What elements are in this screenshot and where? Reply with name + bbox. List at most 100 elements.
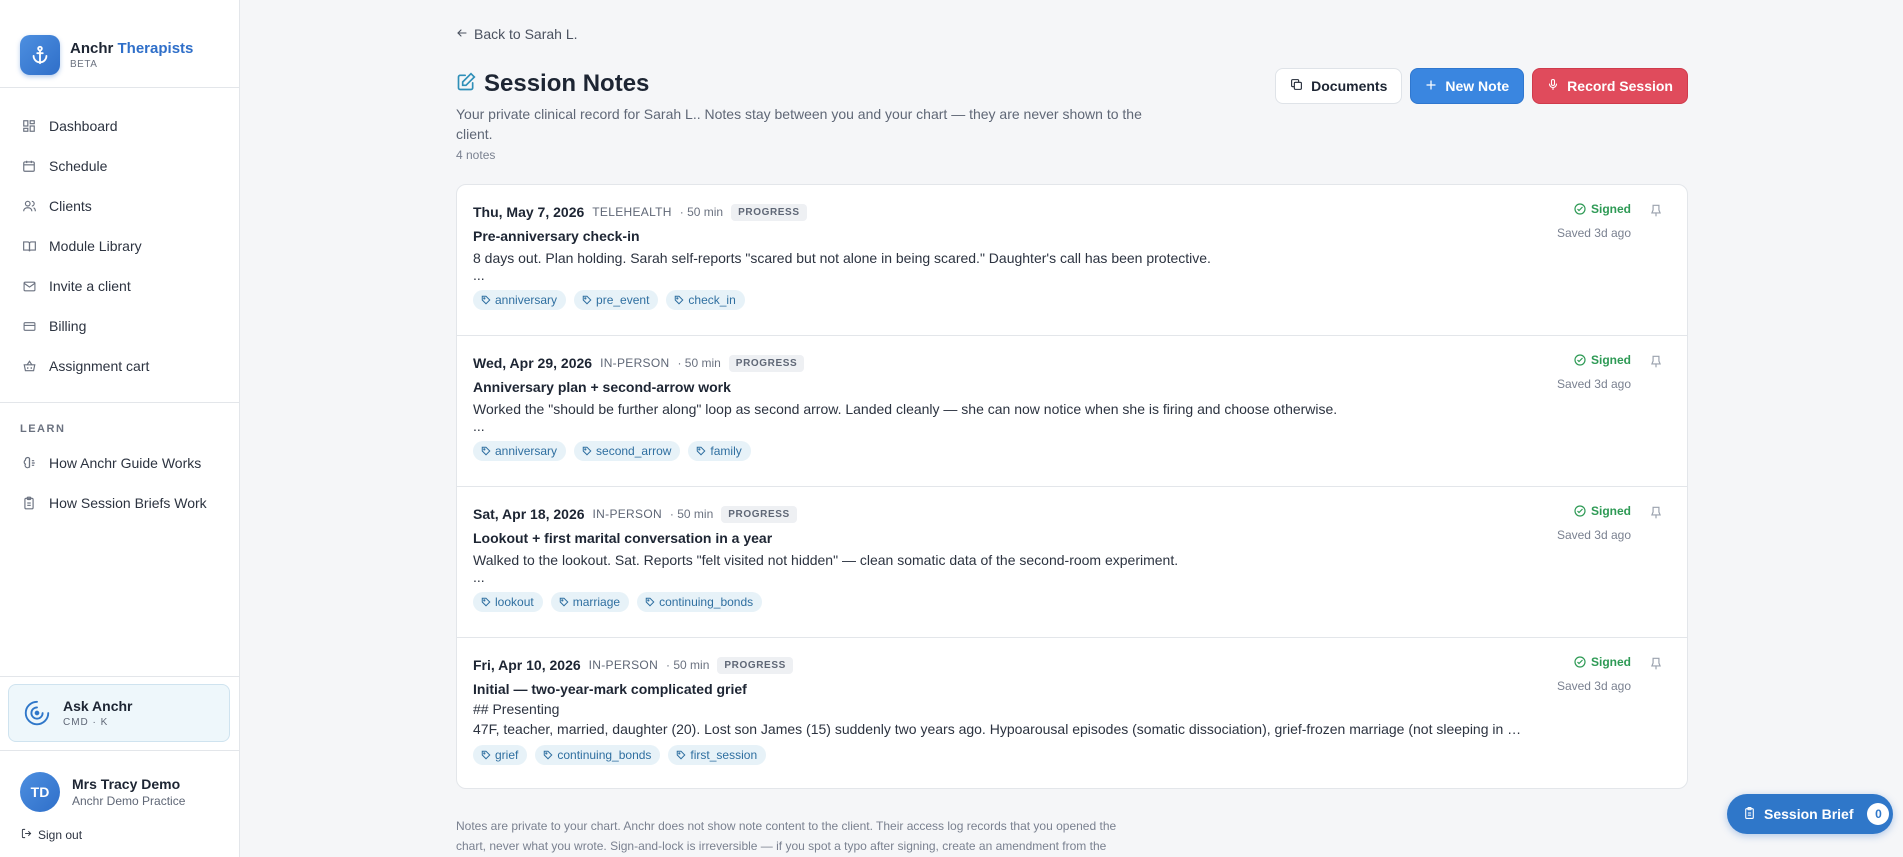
tag[interactable]: second_arrow [574,441,681,461]
back-label: Back to Sarah L. [474,26,578,42]
ask-anchr-button[interactable]: Ask Anchr CMD · K [8,684,230,742]
user-name: Mrs Tracy Demo [72,776,181,792]
ask-title: Ask Anchr [63,698,133,714]
note-meta: Sat, Apr 18, 2026 IN-PERSON · 50 min PRO… [473,504,1671,524]
brand-name: Anchr Therapists [70,39,194,57]
nav-label: Clients [49,198,92,214]
tag[interactable]: anniversary [473,290,567,310]
note-body: 47F, teacher, married, daughter (20). Lo… [473,721,1522,737]
record-session-button[interactable]: Record Session [1532,68,1688,104]
tag-label: grief [495,748,519,762]
note-body: Worked the "should be further along" loo… [473,401,1338,417]
check-circle-icon [1574,505,1586,517]
saved-time: Saved 3d ago [1556,226,1631,240]
note-mode: IN-PERSON [592,507,662,521]
nav-item-assignment-cart[interactable]: Assignment cart [0,346,239,386]
note-type-badge: PROGRESS [728,354,805,372]
card-icon [21,318,37,334]
clipboard-icon [1743,806,1756,823]
tag[interactable]: marriage [550,592,630,612]
note-card[interactable]: Sat, Apr 18, 2026 IN-PERSON · 50 min PRO… [457,487,1687,638]
nav-item-dashboard[interactable]: Dashboard [0,106,239,146]
page-header: Session Notes [456,70,649,98]
nav-item-invite[interactable]: Invite a client [0,266,239,306]
brand[interactable]: Anchr Therapists BETA [0,0,239,88]
sign-out-link[interactable]: Sign out [21,828,82,842]
note-card[interactable]: Fri, Apr 10, 2026 IN-PERSON · 50 min PRO… [457,638,1687,788]
mail-icon [21,278,37,294]
note-date: Thu, May 7, 2026 [473,204,585,220]
tag[interactable]: check_in [666,290,745,310]
header-actions: Documents New Note Record Session [1275,68,1688,104]
note-body: Walked to the lookout. Sat. Reports "fel… [473,552,1179,568]
note-card[interactable]: Thu, May 7, 2026 TELEHEALTH · 50 min PRO… [457,185,1687,336]
pin-icon[interactable] [1649,505,1665,521]
signed-status: Signed [1574,353,1631,367]
note-tags: grief continuing_bonds first_session [473,745,1671,765]
nav-section-learn: LEARN [20,423,66,435]
tag-icon [582,446,592,456]
check-circle-icon [1574,203,1586,215]
session-brief-button[interactable]: Session Brief 0 [1727,794,1893,834]
arrow-left-icon [456,26,468,42]
pin-icon[interactable] [1649,656,1665,672]
microphone-icon [1547,78,1559,94]
note-duration: · 50 min [666,658,710,672]
tag[interactable]: lookout [473,592,543,612]
tag[interactable]: first_session [668,745,767,765]
page-subtitle: Your private clinical record for Sarah L… [456,106,1142,142]
tag[interactable]: continuing_bonds [535,745,661,765]
tag-icon [544,750,553,760]
user-profile[interactable]: TD Mrs Tracy Demo Anchr Demo Practice [20,772,185,812]
pin-icon[interactable] [1649,203,1665,219]
tag-label: marriage [572,595,621,609]
note-title: Anniversary plan + second-arrow work [473,379,731,395]
tag-label: first_session [690,748,758,762]
nav-label: How Session Briefs Work [49,495,207,511]
tag-icon [481,597,491,607]
tag[interactable]: anniversary [473,441,567,461]
nav-item-clients[interactable]: Clients [0,186,239,226]
nav-label: How Anchr Guide Works [49,455,202,471]
nav-item-how-guide-works[interactable]: How Anchr Guide Works [0,443,239,483]
documents-button[interactable]: Documents [1275,68,1403,104]
nav-label: Invite a client [49,278,131,294]
signed-status: Signed [1574,504,1631,518]
new-note-label: New Note [1445,78,1510,94]
note-card[interactable]: Wed, Apr 29, 2026 IN-PERSON · 50 min PRO… [457,336,1687,487]
nav-label: Assignment cart [49,358,150,374]
tag[interactable]: family [688,441,751,461]
check-circle-icon [1574,354,1586,366]
new-note-button[interactable]: New Note [1410,68,1525,104]
calendar-icon [21,158,37,174]
tag[interactable]: grief [473,745,528,765]
privacy-footnote: Notes are private to your chart. Anchr d… [456,819,1117,853]
check-circle-icon [1574,656,1586,668]
note-duration: · 50 min [669,507,714,521]
nav-item-how-briefs-work[interactable]: How Session Briefs Work [0,483,239,523]
saved-time: Saved 3d ago [1556,377,1631,391]
grid-icon [21,118,37,134]
nav-item-module-library[interactable]: Module Library [0,226,239,266]
note-mode: IN-PERSON [600,356,670,370]
pin-icon[interactable] [1649,354,1665,370]
note-type-badge: PROGRESS [731,203,807,221]
note-more: ... [473,267,485,283]
saved-time: Saved 3d ago [1556,679,1631,693]
nav-item-billing[interactable]: Billing [0,306,239,346]
tag[interactable]: continuing_bonds [637,592,763,612]
note-date: Sat, Apr 18, 2026 [473,506,585,522]
nav-label: Module Library [49,238,142,254]
note-type-badge: PROGRESS [717,656,793,674]
logout-icon [21,828,32,842]
tag-label: anniversary [495,293,558,307]
nav-item-schedule[interactable]: Schedule [0,146,239,186]
tag-label: second_arrow [596,444,672,458]
back-link[interactable]: Back to Sarah L. [456,26,578,42]
note-mode: TELEHEALTH [592,205,672,219]
brain-icon [21,455,37,471]
signed-status: Signed [1574,655,1631,669]
session-brief-label: Session Brief [1764,806,1854,822]
note-title: Lookout + first marital conversation in … [473,530,773,546]
tag[interactable]: pre_event [574,290,659,310]
